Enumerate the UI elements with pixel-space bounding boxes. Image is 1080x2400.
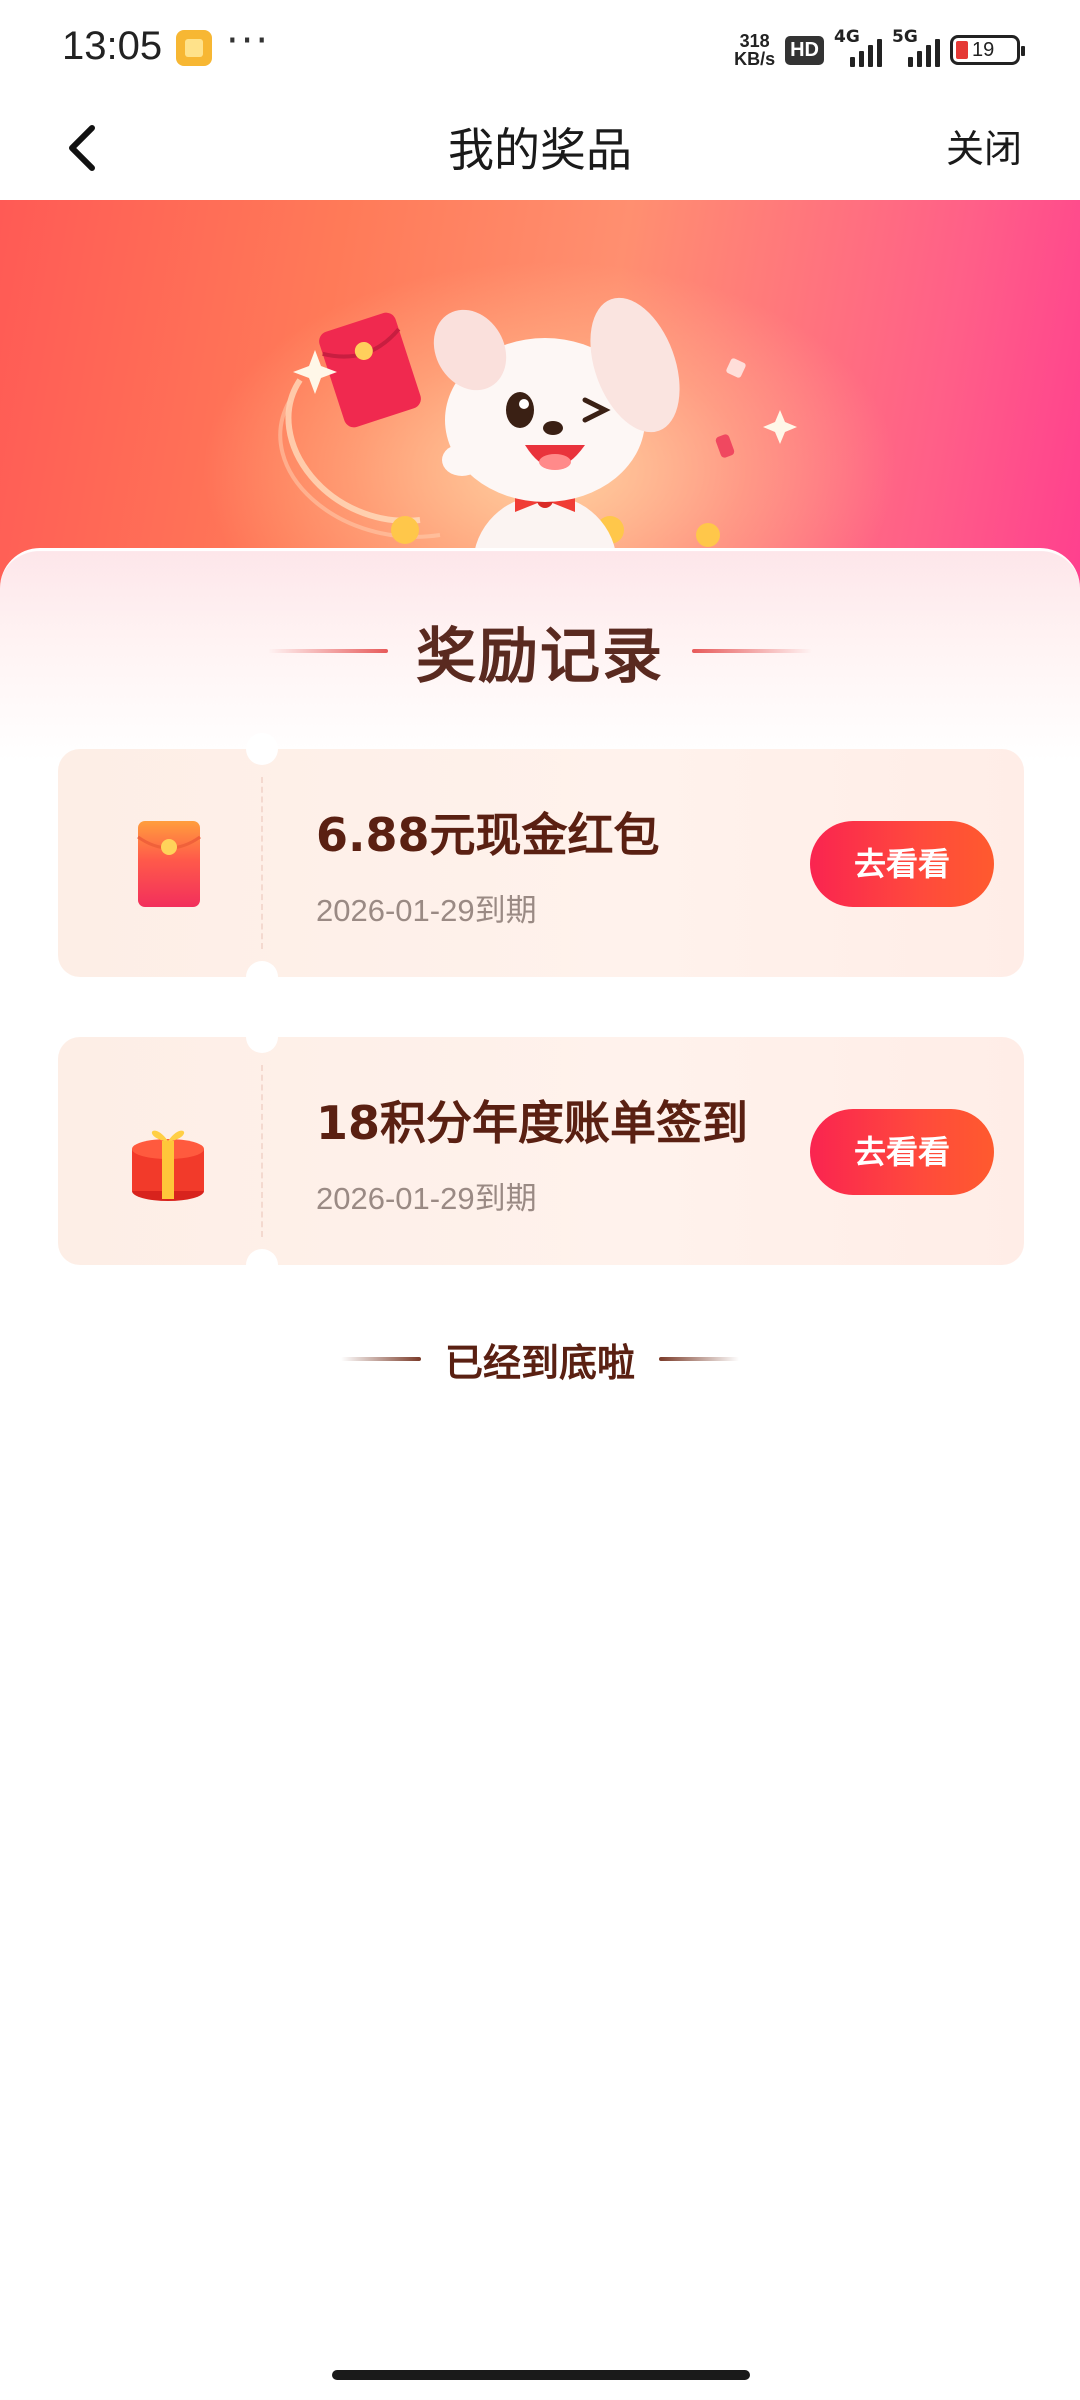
home-indicator[interactable] (332, 2370, 750, 2380)
end-decoration-left (340, 1357, 421, 1361)
signal-4g-icon: 4G (834, 27, 882, 67)
hero-banner (0, 200, 1080, 600)
signal-5g-icon: 5G (892, 27, 940, 67)
end-decoration-right (659, 1357, 739, 1361)
title-decoration-right (692, 649, 812, 653)
reward-title: 6.88元现金红包 (316, 808, 660, 862)
reward-expiry: 2026-01-29到期 (316, 893, 537, 928)
gift-box-icon (118, 1091, 218, 1211)
section-title: 奖励记录 (416, 621, 664, 692)
battery-icon: 19 (950, 35, 1025, 65)
page-title: 我的奖品 (448, 123, 632, 177)
status-indicators: 318 KB/s HD 4G 5G 19 (734, 27, 1025, 72)
navigation-bar: 我的奖品 关闭 (0, 96, 1080, 200)
close-button[interactable]: 关闭 (946, 118, 1022, 173)
reward-title: 18积分年度账单签到 (316, 1096, 749, 1150)
end-of-list-text: 已经到底啦 (444, 1340, 635, 1385)
rewards-panel: 奖励记录 6.88元现金红包 2026-01-29到期 去看看 18积分年度账单… (0, 548, 1080, 2400)
reward-card: 6.88元现金红包 2026-01-29到期 去看看 (58, 733, 1024, 993)
hd-voice-icon: HD (785, 35, 824, 65)
card-divider (261, 1065, 263, 1237)
notification-app-icon (176, 30, 212, 66)
red-envelope-icon (118, 803, 218, 923)
view-reward-button[interactable]: 去看看 (810, 1109, 994, 1195)
view-reward-button[interactable]: 去看看 (810, 821, 994, 907)
puppy-mascot-illustration (278, 297, 810, 600)
status-bar: 13:05 ··· 318 KB/s HD 4G 5G 19 (0, 0, 1080, 96)
section-header: 奖励记录 (0, 611, 1080, 692)
status-time: 13:05 (62, 24, 163, 68)
title-decoration-left (268, 649, 388, 653)
signal-4g-label: 4G (834, 27, 860, 47)
signal-5g-label: 5G (892, 27, 918, 47)
battery-level: 19 (972, 38, 995, 61)
battery-fill (956, 41, 968, 59)
card-divider (261, 777, 263, 949)
reward-card: 18积分年度账单签到 2026-01-29到期 去看看 (58, 1021, 1024, 1281)
network-speed: 318 KB/s (734, 32, 775, 68)
network-speed-value: 318 (739, 31, 770, 51)
more-notifications-icon: ··· (226, 18, 271, 64)
network-speed-unit: KB/s (734, 49, 776, 69)
reward-expiry: 2026-01-29到期 (316, 1181, 537, 1216)
end-of-list: 已经到底啦 (0, 1329, 1080, 1389)
